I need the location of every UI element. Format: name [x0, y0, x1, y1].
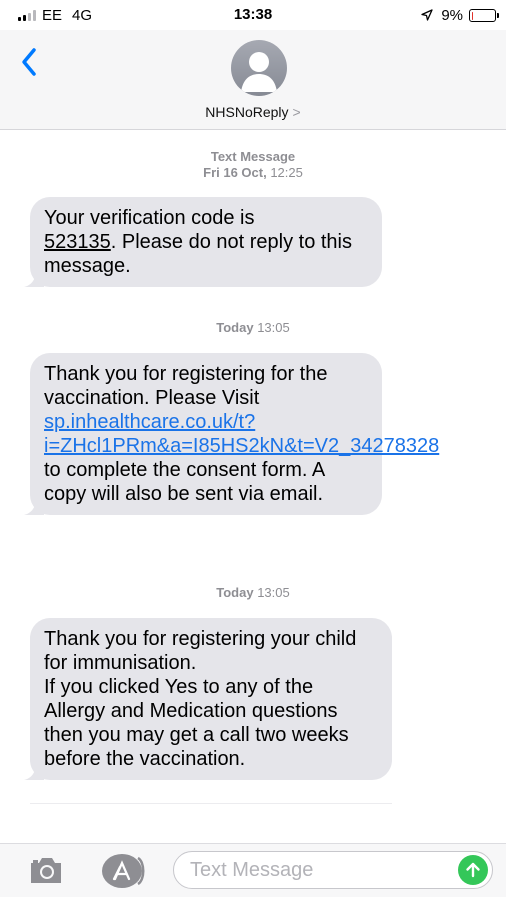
battery-level-fill: [471, 11, 474, 20]
contact-name-button[interactable]: NHSNoReply >: [0, 104, 506, 120]
compose-bar: [0, 843, 506, 897]
back-button[interactable]: [16, 44, 46, 80]
battery-percentage: 9%: [441, 7, 463, 24]
app-store-button[interactable]: [100, 852, 148, 890]
camera-icon: [31, 858, 61, 883]
chevron-right-icon: >: [292, 104, 301, 120]
message-timestamp: Today 13:05: [216, 585, 290, 600]
message-bubble[interactable]: Thank you for registering for the vaccin…: [24, 353, 439, 515]
message-bubble[interactable]: Your verification code is 523135. Please…: [24, 197, 382, 287]
send-button[interactable]: [458, 855, 488, 885]
divider: [30, 803, 392, 804]
conversation-header: NHSNoReply >: [0, 30, 506, 130]
message-timestamp: Today 13:05: [216, 320, 290, 335]
messages-screen: EE 4G 13:38 9% NHSNoReply > Text Message…: [0, 0, 506, 897]
message-bubble[interactable]: Thank you for registering your child for…: [24, 618, 392, 780]
location-arrow-icon: [421, 8, 433, 24]
chevron-left-icon: [22, 48, 36, 76]
contact-avatar[interactable]: [231, 40, 287, 96]
consent-form-link[interactable]: sp.inhealthcare.co.uk/t?i=ZHcl1PRm&a=I85…: [44, 411, 439, 457]
message-timestamp: Text Message Fri 16 Oct, 12:25: [203, 149, 303, 180]
person-icon: [241, 52, 277, 92]
app-store-icon: [102, 854, 145, 888]
verification-code[interactable]: 523135: [44, 231, 111, 253]
battery-icon: [469, 9, 499, 22]
status-right: 9%: [421, 7, 499, 24]
camera-button[interactable]: [28, 854, 64, 886]
contact-name: NHSNoReply: [205, 104, 289, 120]
arrow-up-icon: [466, 862, 480, 878]
status-bar: EE 4G 13:38 9%: [0, 0, 506, 30]
message-input[interactable]: [190, 856, 440, 884]
message-input-container: [173, 851, 493, 889]
